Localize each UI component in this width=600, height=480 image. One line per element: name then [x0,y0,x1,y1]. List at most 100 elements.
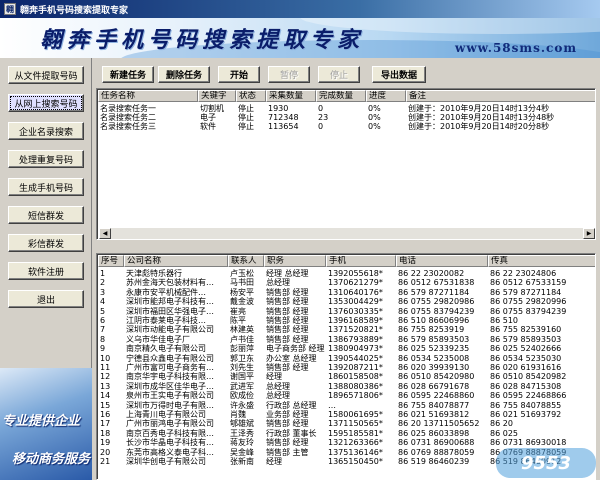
export-data-button[interactable]: 导出数据 [372,66,426,83]
contact-row[interactable]: 12 南京华宇电子科技有限… 谢国平 经理 1860158508* 86 0510 854… [98,372,595,382]
app-window: 翱 翱奔手机号码搜索提取专家 翱奔手机号码搜索提取专家 www.58sms.co… [0,0,600,480]
column-header[interactable]: 状态 [236,90,266,102]
contact-row[interactable]: 6 江阴市泰莱电子科技… 陈平 销售部 经理 1396168589* 86 510 866… [98,316,595,325]
contact-cell: 7 [100,325,106,335]
contact-cell: 5 [100,306,106,316]
contact-cell: 销售部 经理 [266,419,309,429]
contact-cell: 86 0510 85420980 [398,372,475,382]
task-list[interactable]: 任务名称 关键字 状态 采集数量 完成数量 进度 备注 名录搜索任务一 切割机 停止… [96,88,596,240]
contact-cell: 郭卫东 [230,353,254,363]
contact-cell: 86 021 51693812 [398,410,470,419]
contact-cell: 4 [100,297,106,307]
column-header[interactable]: 任务名称 [98,90,198,102]
nav-directory-search-button[interactable]: 企业名录搜索 [8,122,84,140]
task-cell: 创建于：2010年9月20日14时13分48秒 [408,113,555,122]
scroll-left-icon[interactable]: ◀ [99,228,111,239]
nav-sms-bulk-button[interactable]: 短信群发 [8,206,84,224]
contact-row[interactable]: 5 深圳市福田区华强电子… 崔亮 销售部 经理 1376030335* 86 0755 8… [98,306,595,316]
contact-row[interactable]: 2 苏州金海天包装材料有… 马书田 总经理 1370621279* 86 0512 675… [98,278,595,288]
contact-cell: 广州市丽鸿电子有限公司 [126,419,214,429]
nav-generate-numbers-button[interactable]: 生成手机号码 [8,178,84,196]
column-header[interactable]: 传真 [488,255,595,267]
contact-row[interactable]: 17 广州市丽鸿电子有限公司 郇雄斌 销售部 经理 1371150565* 86 20 1… [98,419,595,429]
contact-cell: 许永盛 [230,400,254,410]
watermark-logo: 9553 [496,448,596,478]
nav-search-online-button[interactable]: 从网上搜索号码 [8,94,84,112]
banner-website: www.58sms.com [455,41,578,55]
scroll-right-icon[interactable]: ▶ [583,228,595,239]
task-cell: 0% [368,104,381,113]
delete-task-button[interactable]: 删除任务 [158,66,210,83]
contact-row[interactable]: 13 深圳市成华区佳华电子… 武进军 总经理 1388080386* 86 028 667… [98,382,595,391]
contact-row[interactable]: 14 泉州市王实电子有限公司 欧成俭 总经理 1896571806* 86 0595 22… [98,391,595,401]
contact-cell: 18 [100,428,111,438]
contact-cell: 长沙市华晶电子科技有… [126,438,214,448]
contact-row[interactable]: 18 南京百秀电子科技有限… 王泽秀 行政部 董事长 1595185581* 86 025… [98,428,595,438]
column-header[interactable]: 公司名称 [124,255,228,267]
contact-cell: 1310640176* [328,287,383,297]
task-row[interactable]: 名录搜索任务二 电子 停止 712348 23 0% 创建于：2010年9月20日14时13… [98,113,595,122]
contact-cell: 1376030335* [328,306,383,316]
pane-splitter[interactable] [96,242,596,250]
contact-cell: 86 020 39939130 [398,363,470,372]
pause-button[interactable]: 暂停 [268,66,310,83]
contact-row[interactable]: 9 南京精久电子有限公司 彭丽萍 电子商务部 经理 1380904973* 86 025 … [98,344,595,353]
title-bar[interactable]: 翱 翱奔手机号码搜索提取专家 [0,0,600,18]
horizontal-scrollbar[interactable]: ◀ ▶ [99,227,595,239]
contact-row[interactable]: 19 长沙市华晶电子科技有… 蒋友玲 销售部 经理 1321263366* 86 0731… [98,438,595,448]
stop-button[interactable]: 停止 [318,66,360,83]
column-header[interactable]: 手机 [326,255,396,267]
task-row[interactable]: 名录搜索任务三 软件 停止 113654 0 0% 创建于：2010年9月20日14时20分… [98,122,595,131]
nav-dedupe-button[interactable]: 处理重复号码 [8,150,84,168]
nav-register-button[interactable]: 软件注册 [8,262,84,280]
contact-row[interactable]: 10 宁德县众鑫电子有限公司 郭卫东 办公室 总经理 1390544025* 86 053… [98,353,595,363]
contacts-list[interactable]: 序号 公司名称 联系人 职务 手机 电话 传真 1 天津彪特乐器行 卢玉松 经理 总经… [96,253,596,480]
contact-cell: 南京百秀电子科技有限… [126,428,214,438]
contact-cell: 86 021 51693792 [490,410,562,419]
contact-cell: 2 [100,278,106,288]
task-row[interactable]: 名录搜索任务一 切割机 停止 1930 0 0% 创建于：2010年9月20日14时13分4… [98,104,595,113]
contact-cell: 86 0595 22468860 [398,391,475,401]
column-header[interactable]: 采集数量 [266,90,316,102]
task-cell: 停止 [238,122,254,131]
new-task-button[interactable]: 新建任务 [102,66,154,83]
contact-cell: 刘先生 [230,363,254,372]
column-header[interactable]: 完成数量 [316,90,366,102]
contact-row[interactable]: 7 深圳市动能电子有限公司 林建英 销售部 经理 1371520821* 86 755 8… [98,325,595,335]
nav-exit-button[interactable]: 退出 [8,290,84,308]
contact-cell: 86 755 82539160 [490,325,562,335]
contact-row[interactable]: 11 广州市富可电子商务有… 刘先生 销售部 经理 1392087211* 86 020 … [98,363,595,372]
app-icon[interactable]: 翱 [4,3,16,15]
column-header[interactable]: 关键字 [198,90,236,102]
contact-row[interactable]: 1 天津彪特乐器行 卢玉松 经理 总经理 1392055618* 86 22 230200… [98,269,595,278]
contact-cell: 86 0534 5235030 [490,353,562,363]
column-header[interactable]: 备注 [406,90,595,102]
contact-cell: 1396168589* [328,316,383,325]
contact-cell: 马书田 [230,278,254,288]
contact-row[interactable]: 15 深圳市万得时电子有限… 许永盛 行政部 总经理 … 86 755 84078877 8… [98,400,595,410]
contact-cell: 1 [100,269,106,278]
nav-mms-bulk-button[interactable]: 彩信群发 [8,234,84,252]
start-button[interactable]: 开始 [218,66,260,83]
contact-row[interactable]: 16 上海青川电子有限公司 肖魏 业务部 经理 1580061695* 86 021 51… [98,410,595,419]
contact-cell: 杨安平 [230,287,254,297]
contact-cell: 86 025 86033898 [398,428,470,438]
contact-row[interactable]: 4 深圳市能邦电子科技有… 戴金波 销售部 经理 1353004429* 86 0755 … [98,297,595,307]
column-header[interactable]: 联系人 [228,255,264,267]
column-header[interactable]: 电话 [396,255,488,267]
promo-banner: 专业提供企业 移动商务服务 [0,368,92,480]
contact-cell: 卢玉松 [230,269,254,278]
contact-cell: 深圳华创电子有限公司 [126,457,206,466]
column-header[interactable]: 职务 [264,255,326,267]
contact-cell: 86 579 85893503 [490,334,562,344]
nav-extract-from-file-button[interactable]: 从文件提取号码 [8,66,84,84]
contact-cell: 86 579 85893503 [398,334,470,344]
contact-row[interactable]: 3 永康市安平机械配件… 杨安平 销售部 经理 1310640176* 86 579 87… [98,287,595,297]
contact-cell: 深圳市万得时电子有限… [126,400,214,410]
column-header[interactable]: 序号 [98,255,124,267]
contact-cell: 深圳市动能电子有限公司 [126,325,214,335]
contact-cell: 6 [100,316,106,325]
column-header[interactable]: 进度 [366,90,406,102]
contact-row[interactable]: 8 义乌市华佳电子厂 卢书佳 销售部 经理 1386793889* 86 579 8589… [98,334,595,344]
task-cell: 名录搜索任务三 [100,122,156,131]
